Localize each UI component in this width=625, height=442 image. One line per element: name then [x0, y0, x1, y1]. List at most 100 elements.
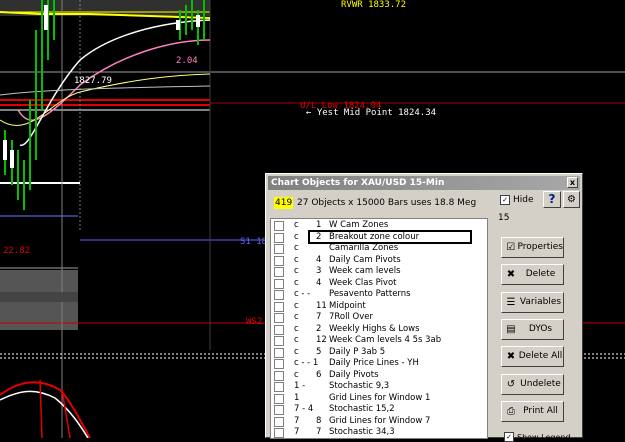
settings-icon: ⚙: [567, 194, 576, 205]
list-item[interactable]: c 4 Week Clas Pivot: [271, 277, 487, 289]
list-item-checkbox[interactable]: [274, 290, 284, 300]
list-item-text: Stochastic 34,3: [329, 427, 395, 437]
list-item-kind: c: [294, 323, 299, 334]
list-item-number: 11: [316, 300, 327, 311]
variables-button[interactable]: ☰ Variables: [501, 291, 564, 313]
list-item-number: 6: [316, 369, 322, 380]
undo-icon: ↺: [506, 378, 516, 390]
list-item-checkbox[interactable]: [274, 244, 284, 254]
list-item[interactable]: c 2 Weekly Highs & Lows: [271, 323, 487, 335]
list-item[interactable]: 7 8 Grid Lines for Window 7: [271, 415, 487, 427]
list-item-number: 3: [316, 266, 322, 276]
list-item-checkbox[interactable]: [274, 370, 284, 381]
list-item-text: Week Clas Pivot: [329, 277, 397, 288]
list-item-checkbox[interactable]: [274, 313, 284, 323]
delete-button[interactable]: ✖ Delete: [501, 264, 564, 286]
close-icon[interactable]: x: [567, 177, 578, 188]
list-item-text: Camarilla Zones: [329, 243, 399, 253]
list-item-checkbox[interactable]: [274, 382, 284, 392]
list-item[interactable]: c 7 7Roll Over: [271, 312, 487, 323]
help-button[interactable]: ?: [543, 191, 561, 208]
list-item-checkbox[interactable]: [274, 393, 284, 404]
list-item-checkbox[interactable]: [274, 428, 284, 438]
list-item-kind: c: [294, 335, 299, 345]
list-item[interactable]: c 4 Daily Cam Pivots: [271, 254, 487, 266]
delete-all-icon: ✖: [506, 351, 516, 363]
list-item-kind: 1: [294, 392, 300, 403]
show-legend-check-icon[interactable]: ✓: [504, 432, 514, 442]
list-item-checkbox[interactable]: [274, 416, 284, 427]
button-label: Variables: [519, 296, 562, 307]
list-item-checkbox[interactable]: [274, 301, 284, 312]
properties-button[interactable]: ☑ Properties: [501, 237, 564, 258]
list-item-text: Grid Lines for Window 7: [329, 415, 431, 426]
list-item[interactable]: 1 Grid Lines for Window 1: [271, 392, 487, 404]
list-item[interactable]: 7 - 4 Stochastic 15,2: [271, 404, 487, 415]
objects-list[interactable]: c1W Cam Zones c 2 Breakout zone colour c Cama…: [270, 218, 488, 439]
list-item[interactable]: c 3 Week cam levels: [271, 266, 487, 277]
list-item[interactable]: c Camarilla Zones: [271, 243, 487, 254]
show-legend-label: Show Legend: [517, 432, 571, 442]
list-item[interactable]: 7 7 Stochastic 34,3: [271, 427, 487, 438]
list-item-checkbox[interactable]: [274, 278, 284, 289]
settings-button[interactable]: ⚙: [563, 191, 580, 208]
list-item-kind: c: [294, 300, 299, 311]
show-legend-checkbox[interactable]: ✓ Show Legend: [504, 432, 571, 442]
printer-icon: ⎙: [507, 405, 515, 417]
list-item[interactable]: c 12 Week Cam levels 4 5s 3ab: [271, 335, 487, 346]
list-item-checkbox[interactable]: [274, 405, 284, 415]
list-item-checkbox[interactable]: [274, 324, 284, 335]
button-label: Delete: [525, 269, 556, 280]
list-item[interactable]: c 5 Daily P 3ab 5: [271, 346, 487, 358]
list-item-kind: c: [294, 266, 299, 276]
list-item-text: Pesavento Patterns: [329, 289, 411, 299]
button-label: Undelete: [520, 378, 561, 389]
list-item[interactable]: c 11 Midpoint: [271, 300, 487, 312]
list-item-number: 7: [316, 312, 322, 322]
list-item-text: Daily P 3ab 5: [329, 346, 386, 357]
print-all-button[interactable]: ⎙ Print All: [501, 400, 564, 422]
dialog-title-bar[interactable]: Chart Objects for XAU/USD 15-Min x: [268, 176, 580, 190]
list-item-kind: c: [294, 254, 299, 265]
list-item-text: Daily Price Lines - YH: [329, 358, 419, 368]
list-item-kind: c - -: [294, 289, 311, 299]
list-item[interactable]: c 6 Daily Pivots: [271, 369, 487, 381]
list-item-checkbox[interactable]: [274, 255, 284, 266]
delete-all-button[interactable]: ✖ Delete All: [501, 346, 564, 368]
list-item-kind: 1 -: [294, 381, 306, 391]
button-label: Delete All: [518, 351, 563, 362]
objects-info-text: 27 Objects x 15000 Bars uses 18.8 Meg: [297, 198, 477, 208]
list-item-number: 5: [316, 346, 322, 357]
list-item-checkbox[interactable]: [274, 232, 284, 243]
list-item-number: 8: [316, 415, 322, 426]
hide-check-icon[interactable]: ✓: [500, 195, 510, 205]
hide-checkbox[interactable]: ✓ Hide: [500, 195, 534, 205]
properties-icon: ☑: [506, 242, 516, 253]
list-item-text: Week Cam levels 4 5s 3ab: [329, 335, 442, 345]
selected-item-outline: [308, 230, 472, 244]
list-item-kind: c: [294, 220, 299, 230]
list-item-number: 2: [316, 323, 322, 334]
list-item-checkbox[interactable]: [274, 267, 284, 277]
variables-icon: ☰: [506, 296, 516, 308]
list-item[interactable]: c - - 1 Daily Price Lines - YH: [271, 358, 487, 369]
price-left-label: 1827.79: [74, 76, 112, 86]
list-item-kind: 7: [294, 415, 300, 426]
list-item-number: 4: [316, 277, 322, 288]
list-item-kind: c: [294, 231, 299, 242]
list-item-checkbox[interactable]: [274, 336, 284, 346]
list-item-kind: c: [294, 312, 299, 322]
list-item-text: Stochastic 9,3: [329, 381, 390, 391]
list-item[interactable]: c - - Pesavento Patterns: [271, 289, 487, 300]
list-item-text: Week cam levels: [329, 266, 401, 276]
list-item-checkbox[interactable]: [274, 221, 284, 231]
hide-label: Hide: [513, 195, 534, 205]
button-label: DYOs: [528, 323, 553, 334]
list-item-checkbox[interactable]: [274, 359, 284, 369]
button-label: Print All: [523, 405, 558, 416]
rvwr-label: RVWR 1833.72: [341, 0, 407, 10]
undelete-button[interactable]: ↺ Undelete: [501, 373, 564, 395]
dyos-button[interactable]: ▤ DYOs: [501, 318, 564, 340]
list-item[interactable]: 1 - Stochastic 9,3: [271, 381, 487, 392]
list-item-checkbox[interactable]: [274, 347, 284, 358]
